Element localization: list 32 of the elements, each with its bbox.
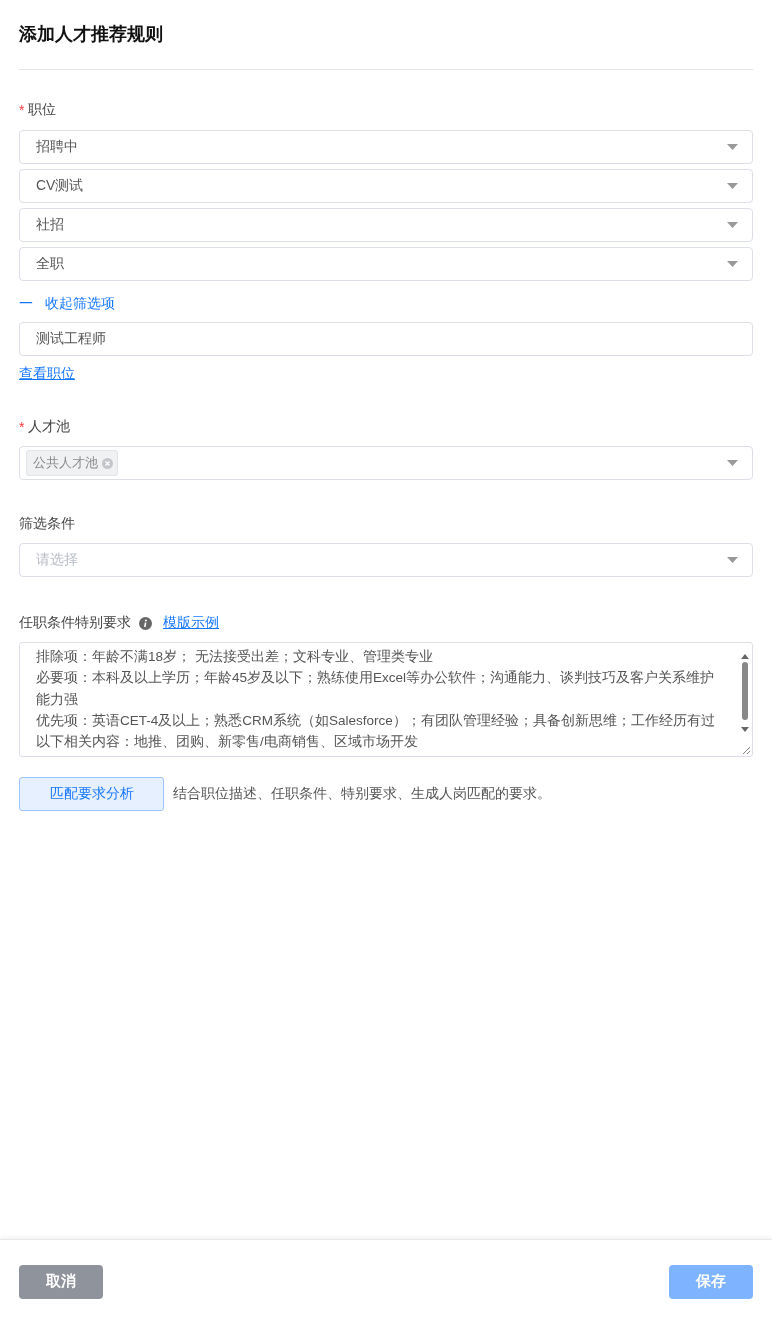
field-label: 职位 bbox=[28, 101, 57, 119]
view-position-link[interactable]: 查看职位 bbox=[19, 365, 75, 381]
hint-text: 结合职位描述、任职条件、特别要求、生成人岗匹配的要求。 bbox=[173, 785, 551, 803]
cancel-button[interactable]: 取消 bbox=[19, 1264, 103, 1299]
select-field[interactable]: 招聘中 bbox=[19, 130, 753, 164]
paragraph: 必要项：本科及以上学历；年龄45岁及以下；熟练使用Excel等办公软件；沟通能力、谈判技巧及客户关系维护能力强 bbox=[36, 669, 716, 709]
required-mark: * bbox=[19, 419, 25, 435]
dropdown-caret-icon bbox=[727, 557, 738, 563]
dropdown-caret-icon bbox=[727, 144, 738, 150]
collapse-icon[interactable]: 一 bbox=[19, 295, 33, 313]
info-icon[interactable] bbox=[139, 616, 152, 630]
paragraph: 排除项：年龄不满18岁； 无法接受出差；文科专业、管理类专业 bbox=[36, 648, 434, 666]
paragraph: 优先项：英语CET-4及以上；熟悉CRM系统（如Salesforce）；有团队管理经验；具备创新思维；工作经历有过以下相关内容：地推、团购、新零售/电商销售、区域市场开发 bbox=[36, 711, 716, 752]
analyze-button[interactable]: 匹配要求分析 bbox=[19, 777, 164, 811]
dropdown-caret-icon bbox=[727, 460, 738, 466]
required-mark: * bbox=[19, 102, 25, 118]
text-area[interactable]: 排除项：年龄不满18岁； 无法接受出差；文科专业、管理类专业 必要项：本科及以上学历；年龄45岁及以下；熟练使用Excel等办公软件；沟通能力、谈判技巧及客户关系维护能力强 优先项：英语CET-4及以上；熟悉CRM系统（如Salesforce）；有团队管理经验；具备创新思维；工作经历有过以下相关内容：地推、团购、新零售/电商销售、区域市场开发 bbox=[19, 642, 753, 757]
select-field[interactable]: 全职 bbox=[19, 247, 753, 281]
dialog-title: 添加人才推荐规则 bbox=[19, 23, 163, 45]
dropdown-caret-icon bbox=[727, 261, 738, 267]
select-field[interactable]: 社招 bbox=[19, 208, 753, 242]
dropdown-caret-icon bbox=[727, 183, 738, 189]
template-example-link[interactable]: 模版示例 bbox=[163, 614, 219, 632]
select-field[interactable]: 公共人才池 bbox=[19, 446, 753, 480]
dropdown-caret-icon bbox=[727, 222, 738, 228]
input-field[interactable]: 测试工程师 bbox=[19, 322, 753, 356]
select-field[interactable]: CV测试 bbox=[19, 169, 753, 203]
tag-chip[interactable]: 公共人才池 bbox=[26, 450, 118, 476]
field-label: 人才池 bbox=[28, 418, 71, 436]
field-label: 任职条件特别要求 bbox=[19, 614, 131, 632]
collapse-filters-link[interactable]: 收起筛选项 bbox=[45, 295, 115, 313]
field-label: 筛选条件 bbox=[19, 515, 75, 533]
